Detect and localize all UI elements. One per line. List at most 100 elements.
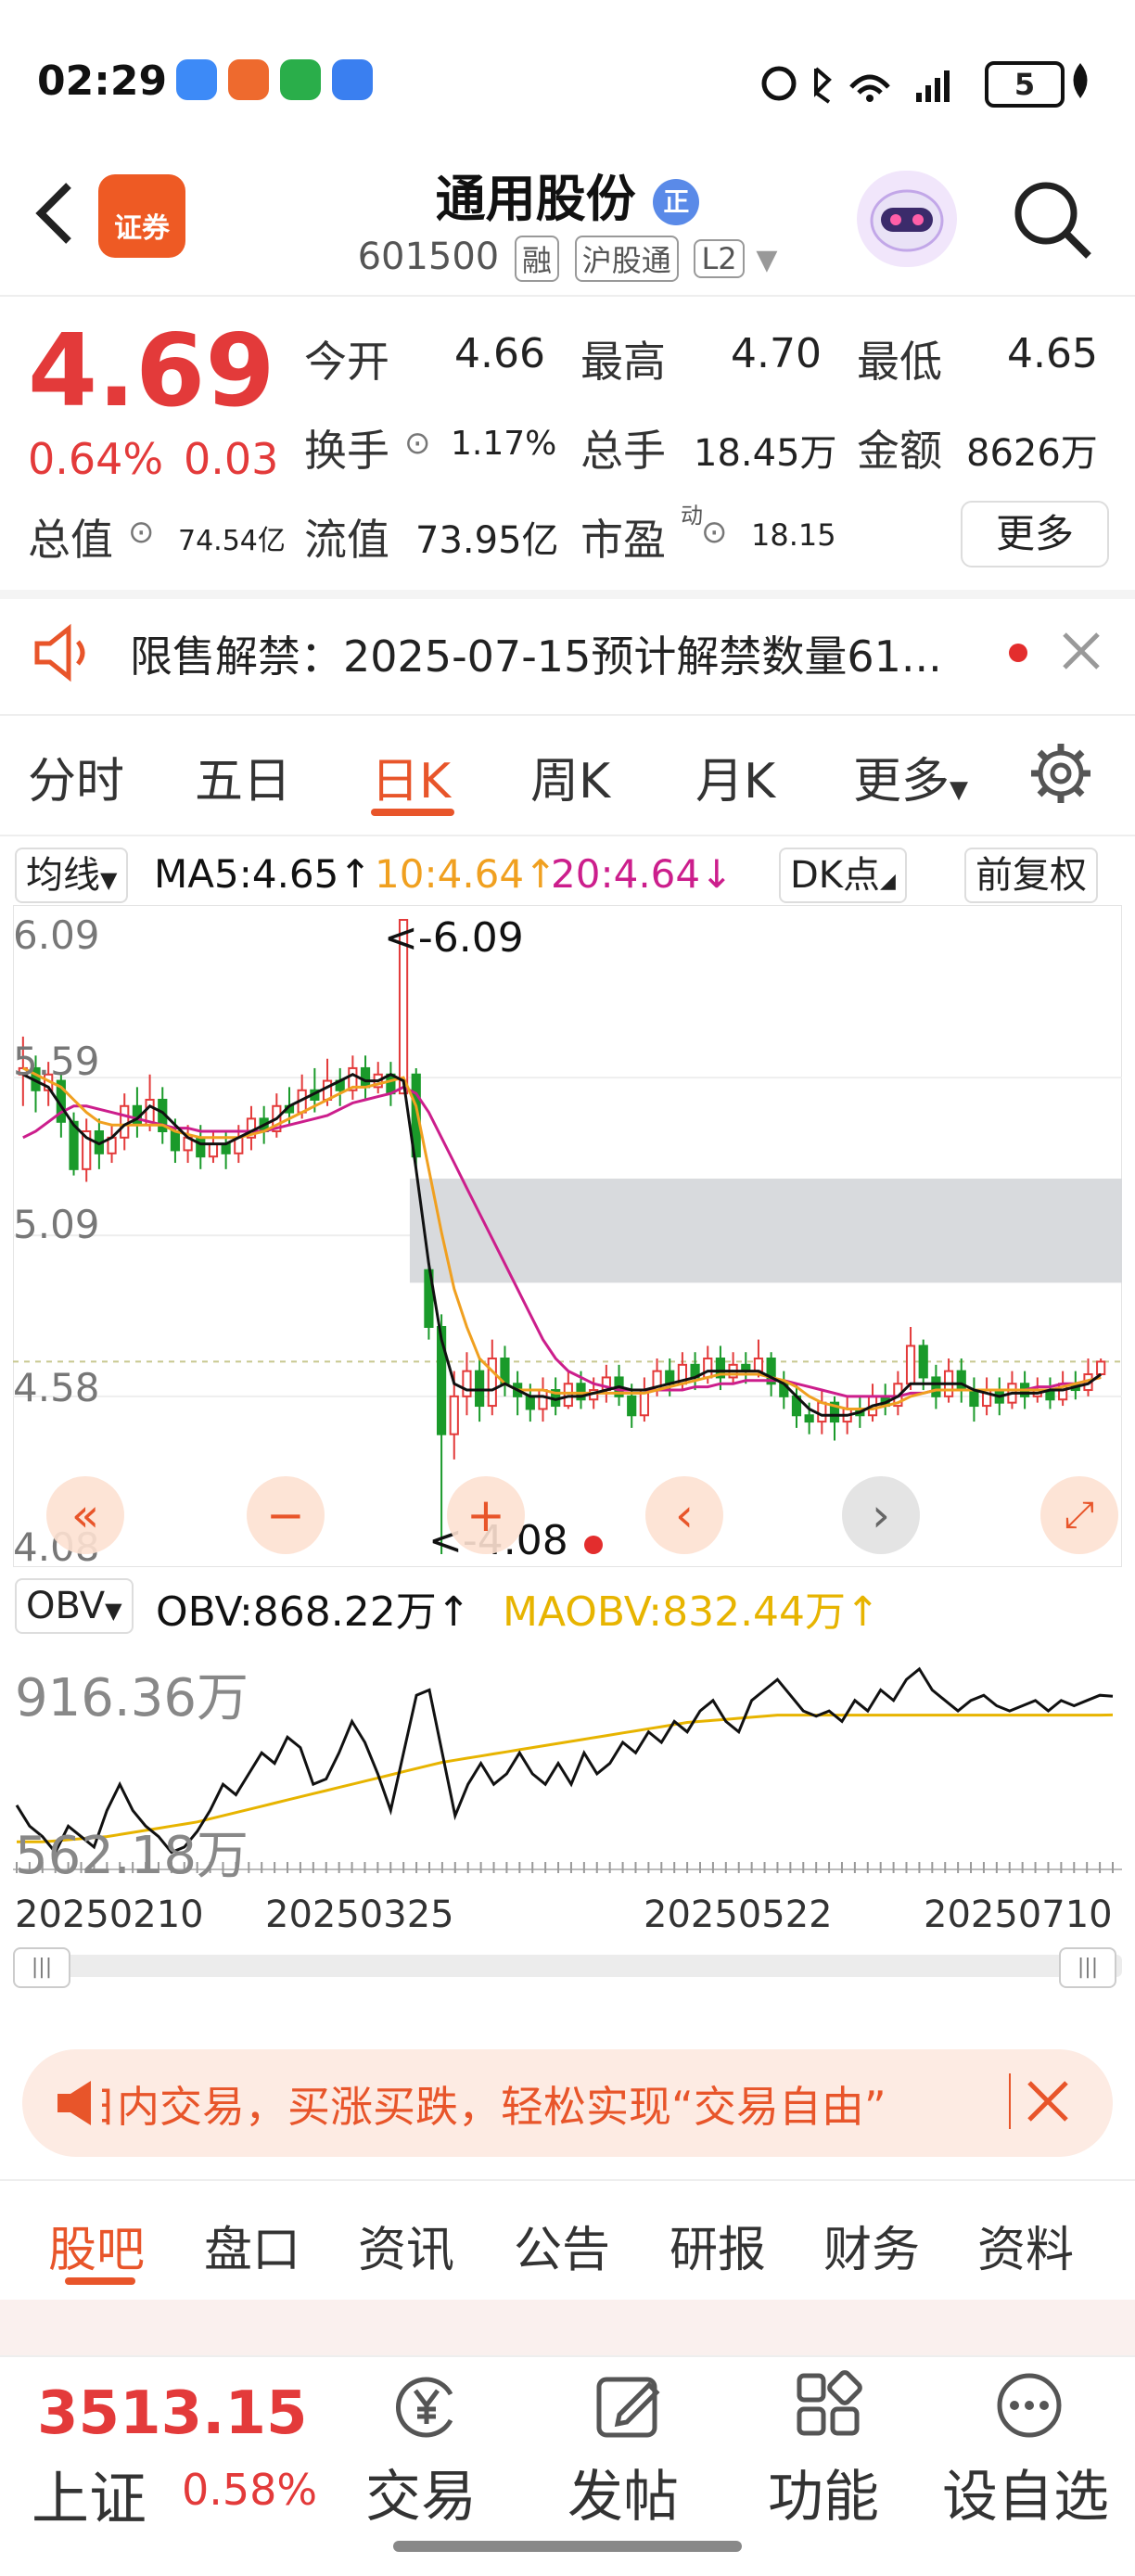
dk-point-selector[interactable]: DK点◢ — [779, 848, 907, 903]
tab-announcements[interactable]: 公告 — [514, 2211, 610, 2280]
tag-margin: 融 — [514, 236, 559, 282]
gear-icon — [1031, 744, 1090, 803]
tab-orderbook[interactable]: 盘口 — [204, 2211, 300, 2280]
candle — [475, 1370, 485, 1408]
tab-news[interactable]: 资讯 — [358, 2211, 454, 2280]
kline-chart[interactable] — [13, 905, 1122, 1567]
candle — [196, 1136, 206, 1158]
leaf-icon — [1073, 63, 1088, 98]
info-icon[interactable]: ⊙ — [128, 514, 155, 551]
tab-weekly-k[interactable]: 周K — [530, 742, 610, 811]
zoom-out-button[interactable]: − — [247, 1476, 325, 1554]
home-indicator[interactable] — [393, 2541, 742, 2552]
chevron-down-icon[interactable]: ▼ — [756, 244, 777, 276]
candle — [360, 1066, 371, 1089]
promo-text: 日内交易，买涨买跌，轻松实现“交易自由” — [102, 2082, 886, 2132]
divider — [0, 2179, 1135, 2181]
close-notice-button[interactable] — [1057, 627, 1105, 679]
price-adjust-selector[interactable]: 前复权 — [964, 848, 1098, 903]
close-promo-button[interactable] — [1024, 2077, 1072, 2129]
status-bar: 02:29 5 — [0, 0, 1135, 158]
index-value[interactable]: 3513.15 — [37, 2379, 308, 2448]
indicator-selector[interactable]: 均线▼ — [15, 848, 129, 903]
chevron-down-icon: ▼ — [100, 867, 118, 893]
candle — [1096, 1360, 1106, 1376]
tab-research[interactable]: 研报 — [670, 2211, 766, 2280]
promo-marquee: 日内交易，买涨买跌，轻松实现“交易自由” — [102, 2064, 998, 2138]
current-price: 4.69 — [28, 313, 275, 429]
divider — [0, 590, 1135, 599]
obv-selector[interactable]: OBV▼ — [15, 1578, 134, 1634]
scroll-left-button[interactable]: ‹ — [645, 1476, 723, 1554]
verified-badge: 正 — [653, 179, 700, 226]
nav-add-watchlist[interactable]: 设自选 — [937, 2355, 1122, 2574]
tag-level2: L2 — [694, 239, 745, 278]
volume-value: 18.45万 — [694, 432, 837, 475]
unlock-notice[interactable]: 限售解禁：2025-07-15预计解禁数量61... — [130, 623, 942, 684]
open-value: 4.66 — [454, 330, 545, 377]
scroll-right-button[interactable]: › — [842, 1476, 920, 1554]
candle — [208, 1142, 219, 1158]
alarm-icon — [761, 66, 797, 101]
tab-monthly-k[interactable]: 月K — [695, 742, 775, 811]
range-slider-track[interactable] — [13, 1955, 1122, 1977]
low-value: 4.65 — [1007, 330, 1098, 377]
candle — [120, 1104, 130, 1139]
float-value: 73.95亿 — [415, 519, 559, 562]
info-icon[interactable]: ⊙ — [404, 425, 431, 462]
eastmoney-app-icon — [228, 59, 269, 100]
tab-forum[interactable]: 股吧 — [48, 2211, 145, 2280]
range-handle-left[interactable]: ||| — [13, 1947, 70, 1988]
expand-icon: ⤢ — [1065, 1494, 1094, 1537]
obv-y-tick: 562.18万 — [15, 1826, 249, 1886]
active-tab-indicator — [65, 2277, 135, 2285]
y-tick-label: 4.58 — [13, 1365, 100, 1410]
minus-icon: − — [266, 1488, 305, 1542]
robot-assistant-avatar[interactable] — [857, 171, 957, 267]
tab-profile[interactable]: 资料 — [977, 2211, 1074, 2280]
tab-intraday[interactable]: 分时 — [28, 742, 124, 811]
max-price-annotation: <-6.09 — [384, 914, 524, 962]
nav-functions[interactable]: 功能 — [755, 2355, 903, 2574]
candle — [956, 1370, 966, 1392]
nav-label: 交易 — [365, 2465, 477, 2530]
candle — [563, 1383, 573, 1408]
obv-y-tick: 916.36万 — [15, 1668, 249, 1728]
low-label: 最低 — [857, 337, 942, 387]
zoom-in-button[interactable]: + — [447, 1476, 525, 1554]
candle — [627, 1395, 637, 1417]
tab-five-day[interactable]: 五日 — [195, 742, 291, 811]
candle — [931, 1376, 941, 1397]
tab-financials[interactable]: 财务 — [823, 2211, 920, 2280]
scroll-to-start-button[interactable]: « — [46, 1476, 124, 1554]
candle — [804, 1414, 814, 1423]
content-preview-strip — [0, 2300, 1135, 2355]
pe-superscript: 动 — [681, 503, 703, 529]
resistance-zone — [409, 1179, 1122, 1283]
status-time: 02:29 — [37, 57, 168, 105]
amount-label: 金额 — [857, 426, 942, 476]
high-label: 最高 — [580, 337, 666, 387]
search-button[interactable] — [1007, 174, 1096, 267]
tab-more[interactable]: 更多▼ — [853, 742, 968, 811]
candle — [525, 1395, 535, 1410]
candle — [753, 1358, 764, 1372]
fullscreen-button[interactable]: ⤢ — [1040, 1476, 1118, 1554]
high-value: 4.70 — [731, 330, 822, 377]
index-name[interactable]: 上证 — [32, 2452, 147, 2535]
candle — [170, 1130, 181, 1152]
more-dots-icon — [997, 2373, 1062, 2438]
stock-code-row: 601500 融 沪股通 L2 ▼ — [0, 236, 1135, 282]
tab-daily-k[interactable]: 日K — [371, 742, 451, 811]
candle — [703, 1358, 713, 1379]
float-label: 流值 — [304, 515, 389, 565]
chart-settings-button[interactable] — [1027, 740, 1094, 810]
info-icon[interactable]: ⊙ — [701, 514, 728, 551]
pe-value: 18.15 — [751, 517, 836, 553]
open-label: 今开 — [304, 337, 389, 387]
more-quote-button[interactable]: 更多 — [961, 501, 1109, 567]
turnover-value: 1.17% — [451, 425, 557, 463]
edit-icon — [596, 2377, 660, 2438]
wechat-icon — [280, 59, 321, 100]
range-handle-right[interactable]: ||| — [1059, 1947, 1116, 1988]
